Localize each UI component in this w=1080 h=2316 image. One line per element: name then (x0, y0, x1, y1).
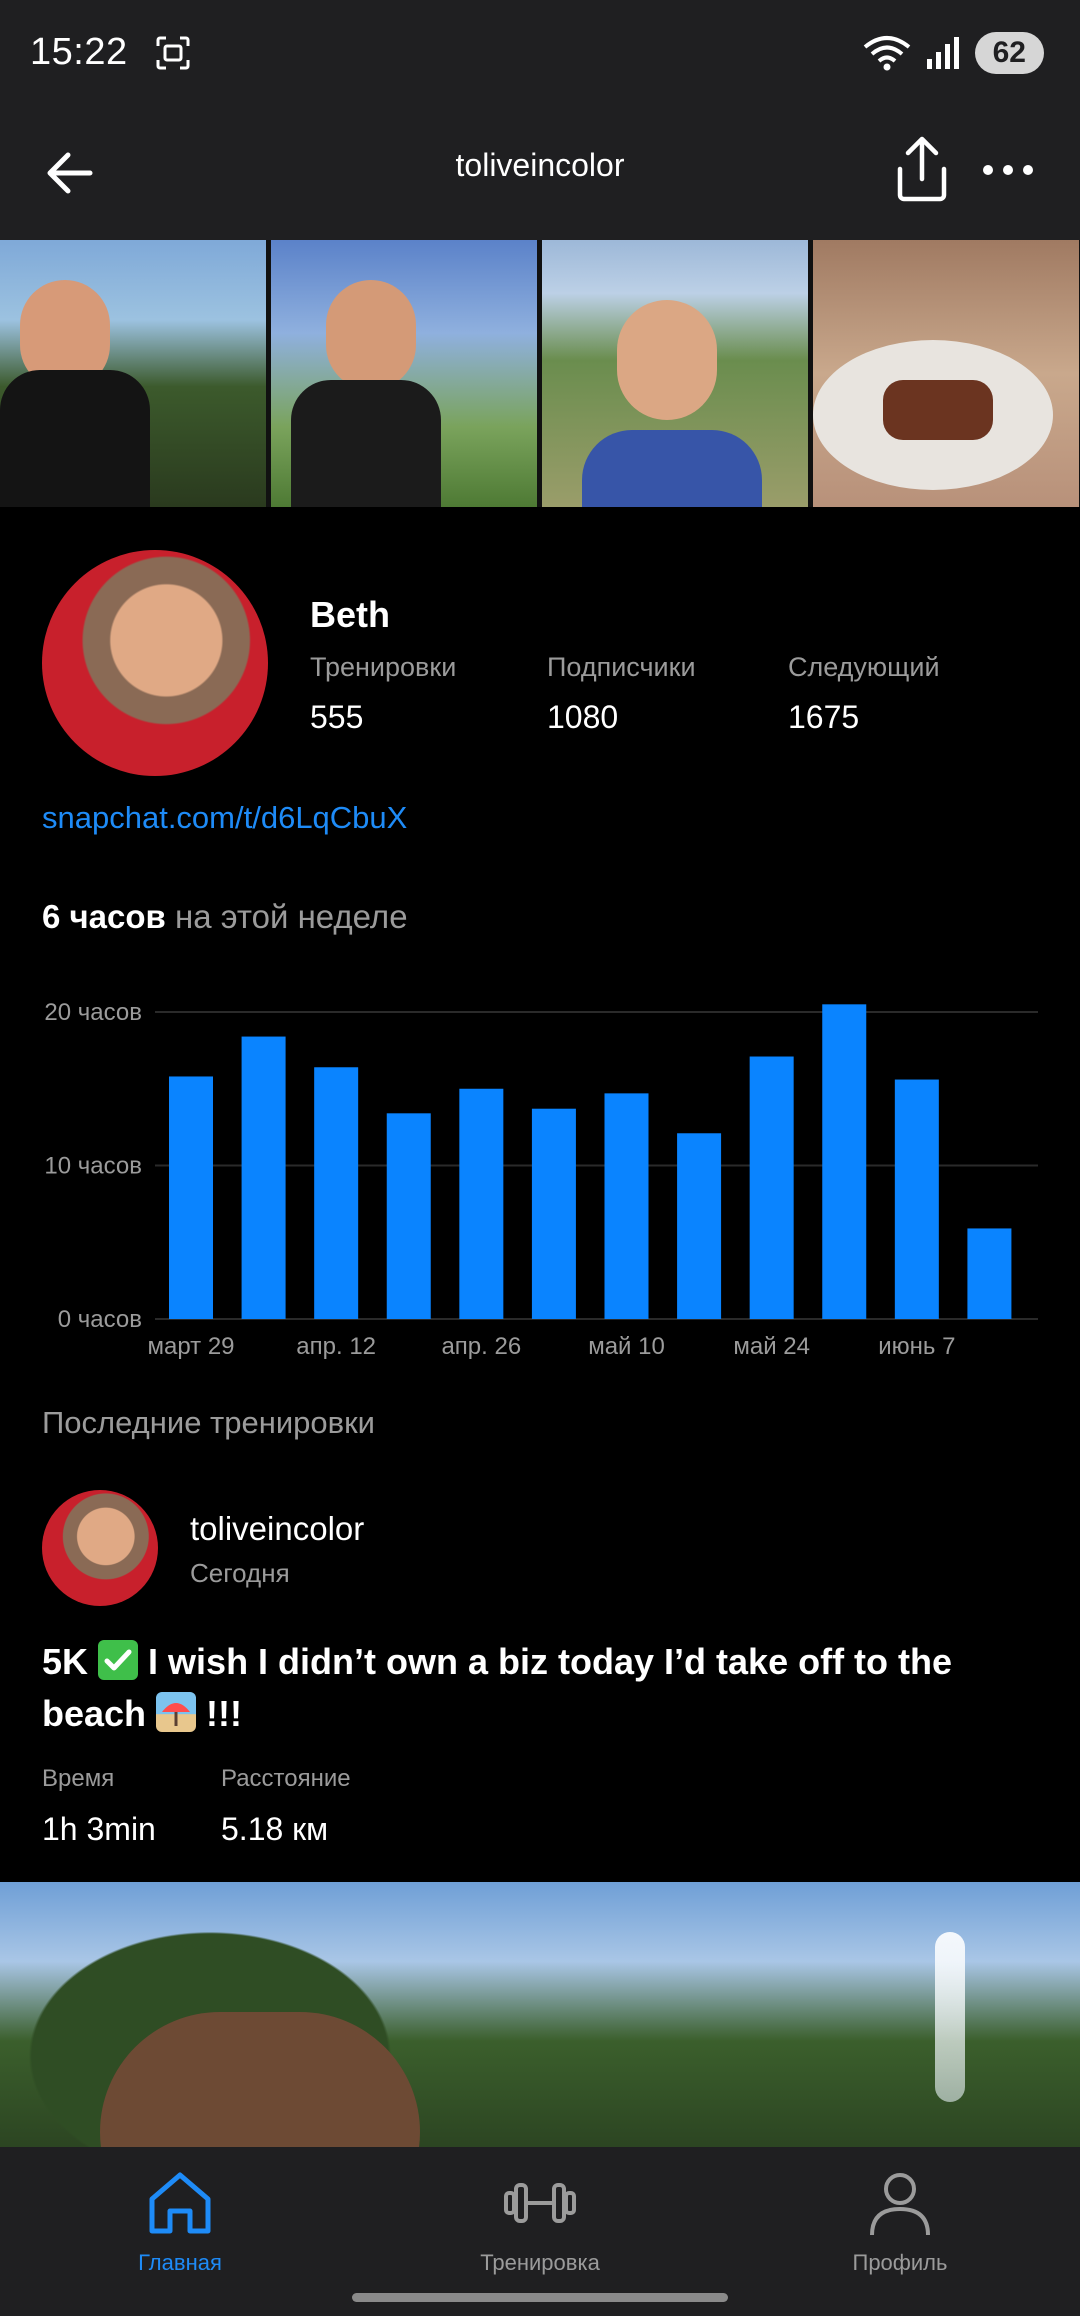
more-options-icon[interactable] (978, 145, 1038, 195)
post-username[interactable]: toliveincolor (190, 1510, 364, 1548)
chart-x-tick: апр. 26 (441, 1333, 521, 1360)
chart-y-tick: 10 часов (44, 1153, 142, 1180)
stat-label: Подписчики (547, 652, 696, 682)
beach-umbrella-icon (156, 1692, 197, 1732)
gallery-photo[interactable] (0, 240, 266, 507)
chart-bar (894, 1079, 939, 1319)
nav-label: Профиль (852, 2250, 948, 2275)
stat-value: 1675 (788, 699, 860, 735)
status-bar: 15:22 62 (0, 0, 1080, 105)
weekly-hours-chart: 20 часов 10 часов 0 часовмарт 29 апр. 12 апр… (44, 999, 1038, 1360)
profile-link[interactable]: snapchat.com/t/d6LqCbuX (42, 800, 407, 836)
metric-label: Расстояние (221, 1765, 351, 1792)
metric-label: Время (42, 1765, 115, 1792)
status-time: 15:22 (30, 31, 128, 73)
recent-workouts-title: Последние тренировки (42, 1405, 375, 1440)
chart-x-tick: май 24 (733, 1333, 810, 1360)
chart-bar (459, 1088, 504, 1319)
chart-x-tick: апр. 12 (296, 1333, 376, 1360)
share-icon[interactable] (890, 135, 954, 205)
person-icon (870, 2173, 930, 2236)
app-bar: toliveincolor (0, 105, 1080, 240)
post-text-start: 5K (42, 1641, 99, 1682)
chart-bar (677, 1133, 722, 1319)
metric-value: 5.18 км (221, 1811, 329, 1847)
stat-workouts[interactable]: Тренировки 555 (310, 652, 456, 736)
nav-workout[interactable]: Тренировка (420, 2163, 660, 2276)
gallery-photo[interactable] (542, 240, 808, 507)
chart-y-tick: 20 часов (44, 999, 142, 1026)
screenshot-icon (156, 36, 190, 69)
gallery-photo[interactable] (271, 240, 537, 507)
signal-icon (926, 36, 959, 69)
nav-label: Главная (138, 2250, 222, 2275)
chart-x-tick: июнь 7 (878, 1333, 955, 1360)
chart-bar (967, 1228, 1012, 1319)
weekly-summary: 6 часов на этой неделе (42, 898, 408, 936)
metric-time: Время 1h 3min (42, 1765, 156, 1848)
dumbbell-icon (504, 2183, 576, 2223)
chart-bar (386, 1113, 431, 1319)
chart-bar (241, 1036, 286, 1319)
chart-bar (169, 1076, 213, 1319)
home-indicator[interactable] (352, 2293, 728, 2302)
chart-bar (604, 1093, 649, 1319)
chart-bar (749, 1056, 794, 1319)
bottom-nav: Главная Тренировка Профиль (0, 2147, 1080, 2316)
chart-x-tick: май 10 (588, 1333, 665, 1360)
post-avatar[interactable] (42, 1490, 158, 1606)
stat-following[interactable]: Следующий 1675 (788, 652, 940, 736)
post-text[interactable]: 5K I wish I didn’t own a biz today I’d t… (42, 1636, 1042, 1740)
metric-distance: Расстояние 5.18 км (221, 1765, 351, 1848)
metric-value: 1h 3min (42, 1811, 156, 1847)
chart-bar (314, 1067, 359, 1319)
profile-avatar[interactable] (42, 550, 268, 776)
weekly-hours: 6 часов (42, 898, 166, 935)
chart-x-tick: март 29 (147, 1333, 234, 1360)
nav-profile[interactable]: Профиль (780, 2163, 1020, 2276)
profile-name: Beth (310, 594, 390, 635)
post-date: Сегодня (190, 1558, 290, 1588)
stat-label: Следующий (788, 652, 940, 682)
stat-value: 1080 (547, 699, 619, 735)
gallery-photo[interactable] (813, 240, 1079, 507)
weekly-caption: на этой неделе (165, 898, 408, 935)
check-mark-icon (98, 1640, 139, 1680)
battery-indicator: 62 (974, 31, 1044, 74)
stat-value: 555 (310, 699, 364, 735)
photo-gallery (0, 240, 1080, 507)
wifi-icon (863, 35, 910, 70)
home-icon (149, 2172, 211, 2234)
chart-y-tick: 0 часов (58, 1306, 142, 1333)
stat-label: Тренировки (310, 652, 457, 682)
stat-followers[interactable]: Подписчики 1080 (547, 652, 696, 736)
chart-bar (531, 1108, 576, 1319)
post-photo[interactable] (0, 1882, 1080, 2147)
nav-label: Тренировка (480, 2250, 600, 2275)
nav-home[interactable]: Главная (60, 2163, 300, 2276)
post-text-end: !!! (196, 1693, 243, 1734)
chart-bar (822, 1004, 867, 1319)
